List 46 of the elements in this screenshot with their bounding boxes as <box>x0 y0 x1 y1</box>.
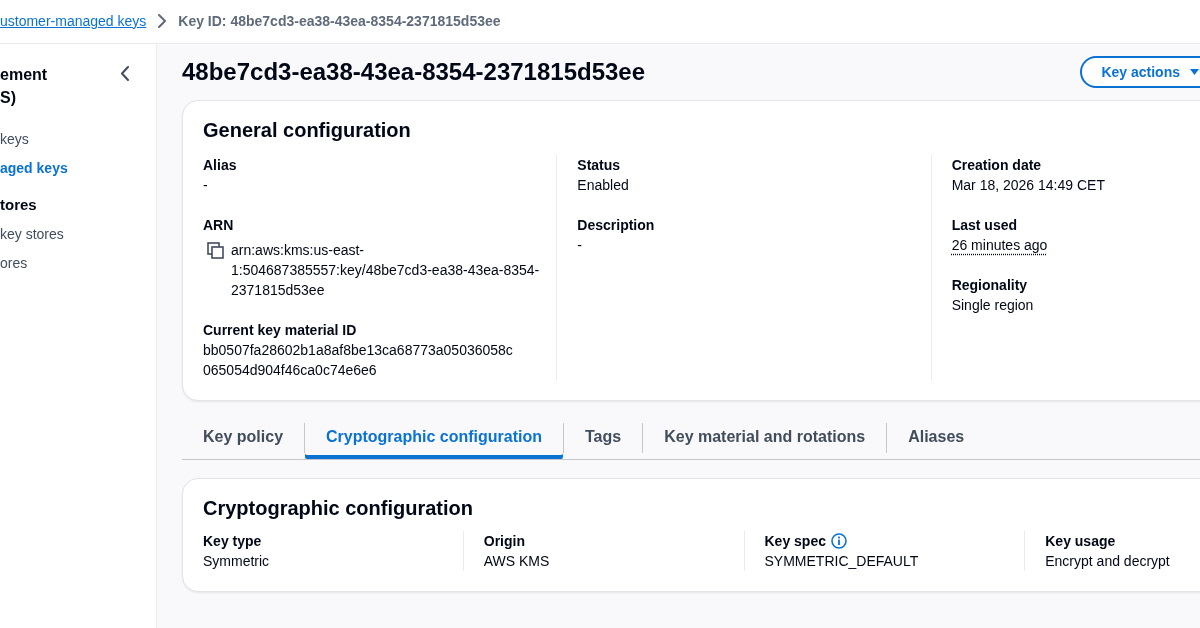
card-title: General configuration <box>203 118 412 142</box>
field-value: Mar 18, 2026 14:49 CET <box>951 176 1106 195</box>
copy-icon[interactable] <box>207 242 224 259</box>
info-icon[interactable] <box>831 533 847 549</box>
tab[interactable]: Tags <box>564 415 643 459</box>
breadcrumb-current: Key ID: 48be7cd3-ea38-43ea-8354-2371815d53ee <box>178 11 501 31</box>
field-value: Symmetric <box>203 552 271 571</box>
field-label: Current key material ID <box>203 321 357 340</box>
navigation-link[interactable]: key stores <box>0 220 131 249</box>
field-value: Encrypt and decrypt <box>1045 552 1171 571</box>
page-title: 48be7cd3-ea38-43ea-8354-2371815d53ee <box>182 57 646 87</box>
relative-time-link[interactable]: 26 minutes ago <box>951 237 1048 253</box>
chevron-left-icon[interactable] <box>119 66 131 81</box>
key-actions-button[interactable]: Key actions <box>1080 56 1200 88</box>
field-value: arn:aws:kms:us-east-1:504687385557:key/48be7cd3-ea38-43ea-8354-2371815d53ee <box>231 241 541 300</box>
field-value: Enabled <box>577 176 630 195</box>
tab[interactable]: Cryptographic configuration <box>305 415 564 459</box>
field-label: Alias <box>203 156 237 175</box>
tab[interactable]: Key material and rotations <box>643 415 887 459</box>
card-title: Cryptographic configuration <box>203 496 474 520</box>
field-value: Single region <box>951 296 1035 315</box>
field-value: bb0507fa28602b1a8af8be13ca68773a05036058c065054d904f46ca0c74e6e6 <box>203 341 514 380</box>
field-value: AWS KMS <box>483 552 551 571</box>
field-label: ARN <box>203 216 234 235</box>
field-label: Status <box>577 156 621 175</box>
field-label: Origin <box>483 532 525 551</box>
tab[interactable]: Key policy <box>182 415 305 459</box>
tab[interactable]: Aliases <box>887 415 986 459</box>
field-value: - <box>577 236 583 255</box>
breadcrumb-link[interactable]: ustomer-managed keys <box>0 10 147 31</box>
navigation-link[interactable]: ores <box>0 249 131 278</box>
field-label: Key usage <box>1045 532 1116 551</box>
field-label: Last used <box>951 216 1017 235</box>
side-navigation-title: ement S) <box>0 65 48 108</box>
field-value: - <box>203 176 209 195</box>
navigation-link[interactable]: aged keys <box>0 154 131 183</box>
field-label: Key type <box>203 532 262 551</box>
field-label: Creation date <box>951 156 1042 175</box>
chevron-right-icon <box>157 13 168 28</box>
field-label: Key spec <box>764 532 826 551</box>
caret-down-icon <box>1189 68 1200 76</box>
navigation-link[interactable]: keys <box>0 125 131 154</box>
navigation-section-heading: tores <box>0 195 38 215</box>
field-label: Regionality <box>951 276 1028 295</box>
field-label: Description <box>577 216 655 235</box>
field-value: SYMMETRIC_DEFAULT <box>764 552 920 571</box>
